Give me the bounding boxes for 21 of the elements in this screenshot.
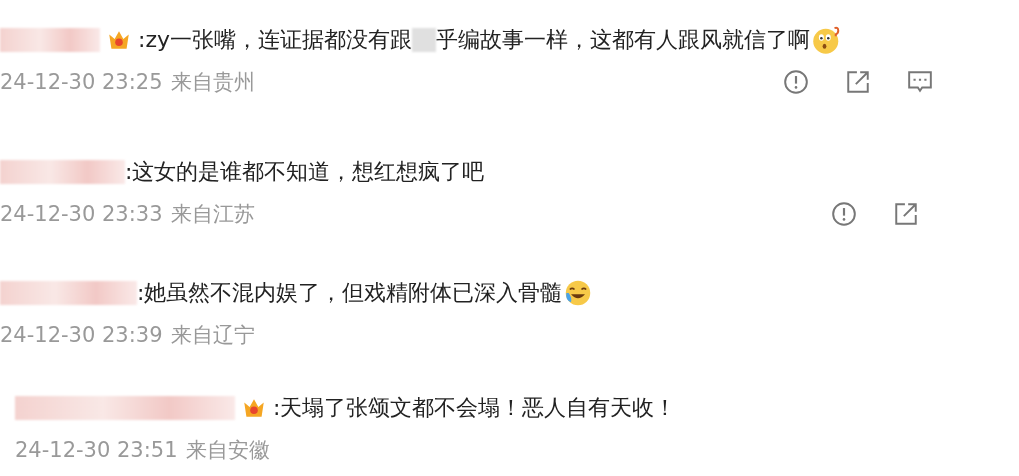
comment-time: 24-12-30 23:25: [0, 70, 163, 94]
report-icon[interactable]: [831, 201, 857, 227]
comment-time: 24-12-30 23:51: [15, 438, 178, 462]
comment-time: 24-12-30 23:39: [0, 323, 163, 347]
comment-location: 来自贵州: [170, 69, 255, 96]
report-icon[interactable]: [783, 69, 809, 95]
laughing-crying-face-icon: [564, 279, 593, 307]
share-icon[interactable]: [845, 69, 871, 95]
comment-text: 乎编故事一样，这都有人跟风就信了啊: [436, 26, 810, 54]
comment-location: 来自江苏: [170, 201, 255, 228]
comment-icon[interactable]: [907, 69, 933, 95]
comment-location: 来自安徽: [185, 437, 270, 464]
comment-location: 来自辽宁: [170, 322, 255, 349]
comment-time: 24-12-30 23:33: [0, 202, 163, 226]
comment-text: :这女的是谁都不知道，想红想疯了吧: [125, 158, 485, 186]
comment-text: :天塌了张颂文都不会塌！恶人自有天收！: [273, 394, 677, 422]
comment-text: :zy一张嘴，连证据都没有跟: [138, 26, 412, 54]
comment-text: :她虽然不混内娱了，但戏精附体已深入骨髓: [137, 279, 563, 307]
blurred-text: [412, 28, 436, 52]
surprised-face-icon: [812, 25, 842, 55]
share-icon[interactable]: [893, 201, 919, 227]
